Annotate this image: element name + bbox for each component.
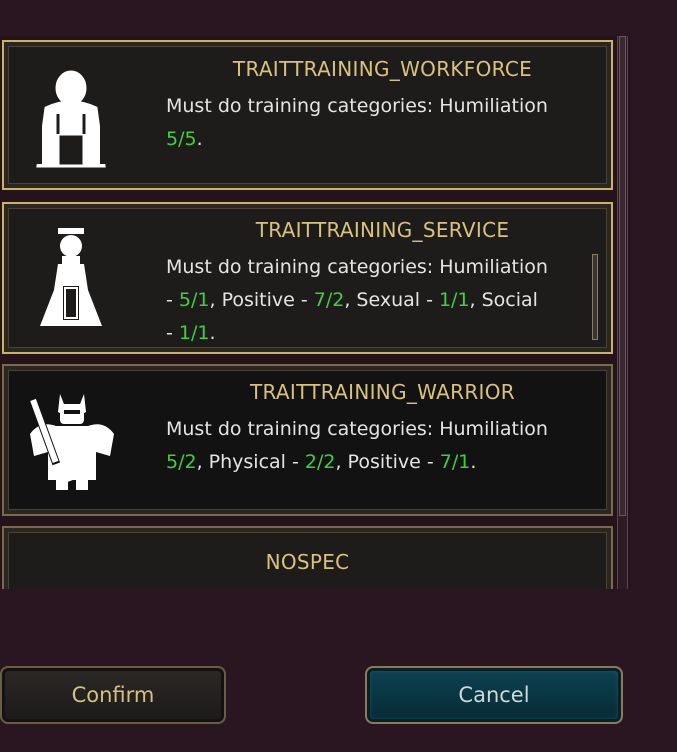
- category-value: 1/1: [438, 289, 470, 311]
- desc-line: - 1/1.: [166, 317, 586, 350]
- trait-list[interactable]: TRAITTRAINING_WORKFORCE Must do training…: [0, 36, 630, 589]
- desc-line: 5/2, Physical - 2/2, Positive - 7/1.: [166, 446, 586, 479]
- desc-text: -: [166, 289, 179, 311]
- trait-title: TRAITTRAINING_WARRIOR: [250, 380, 515, 404]
- desc-text: .: [470, 451, 477, 473]
- maid-icon: [38, 226, 104, 340]
- desc-text: .: [196, 128, 203, 150]
- description-scrollbar[interactable]: [592, 254, 598, 340]
- desc-text: , Positive -: [335, 451, 440, 473]
- knight-icon: [26, 390, 118, 496]
- trait-card-nospec[interactable]: NOSPEC: [2, 526, 613, 589]
- trait-card-warrior[interactable]: TRAITTRAINING_WARRIOR Must do training c…: [2, 364, 613, 516]
- trait-description: Must do training categories: Humiliation…: [166, 413, 586, 479]
- desc-line: Must do training categories: Humiliation: [166, 95, 548, 117]
- category-value: 7/2: [313, 289, 345, 311]
- desc-line: Must do training categories: Humiliation: [166, 418, 548, 440]
- category-value: 5/2: [166, 451, 197, 473]
- trait-card-service[interactable]: TRAITTRAINING_SERVICE Must do training c…: [2, 202, 613, 354]
- cancel-button[interactable]: Cancel: [365, 666, 623, 724]
- trait-title: NOSPEC: [265, 550, 350, 574]
- category-value: 7/1: [439, 451, 471, 473]
- trait-title: TRAITTRAINING_WORKFORCE: [232, 57, 533, 81]
- category-value: 1/1: [178, 322, 210, 344]
- trait-title: TRAITTRAINING_SERVICE: [255, 218, 510, 242]
- list-scrollbar[interactable]: [617, 36, 628, 589]
- confirm-button[interactable]: Confirm: [0, 666, 226, 724]
- desc-text: -: [166, 322, 179, 344]
- category-value: 5/5: [166, 128, 197, 150]
- desc-text: , Positive -: [209, 289, 314, 311]
- worker-icon: [26, 66, 116, 178]
- trait-description: Must do training categories: Humiliation…: [166, 251, 586, 350]
- desc-line: - 5/1, Positive - 7/2, Sexual - 1/1, Soc…: [166, 284, 586, 317]
- desc-line: Must do training categories: Humiliation: [166, 256, 548, 278]
- desc-text: .: [209, 322, 216, 344]
- category-value: 2/2: [304, 451, 336, 473]
- category-value: 5/1: [178, 289, 210, 311]
- trait-card-workforce[interactable]: TRAITTRAINING_WORKFORCE Must do training…: [2, 40, 613, 190]
- desc-text: , Sexual -: [344, 289, 439, 311]
- desc-text: , Physical -: [196, 451, 305, 473]
- trait-description: Must do training categories: Humiliation…: [166, 90, 586, 156]
- desc-line: 5/5.: [166, 123, 586, 156]
- list-scrollbar-thumb[interactable]: [619, 36, 626, 516]
- desc-text: , Social: [469, 289, 538, 311]
